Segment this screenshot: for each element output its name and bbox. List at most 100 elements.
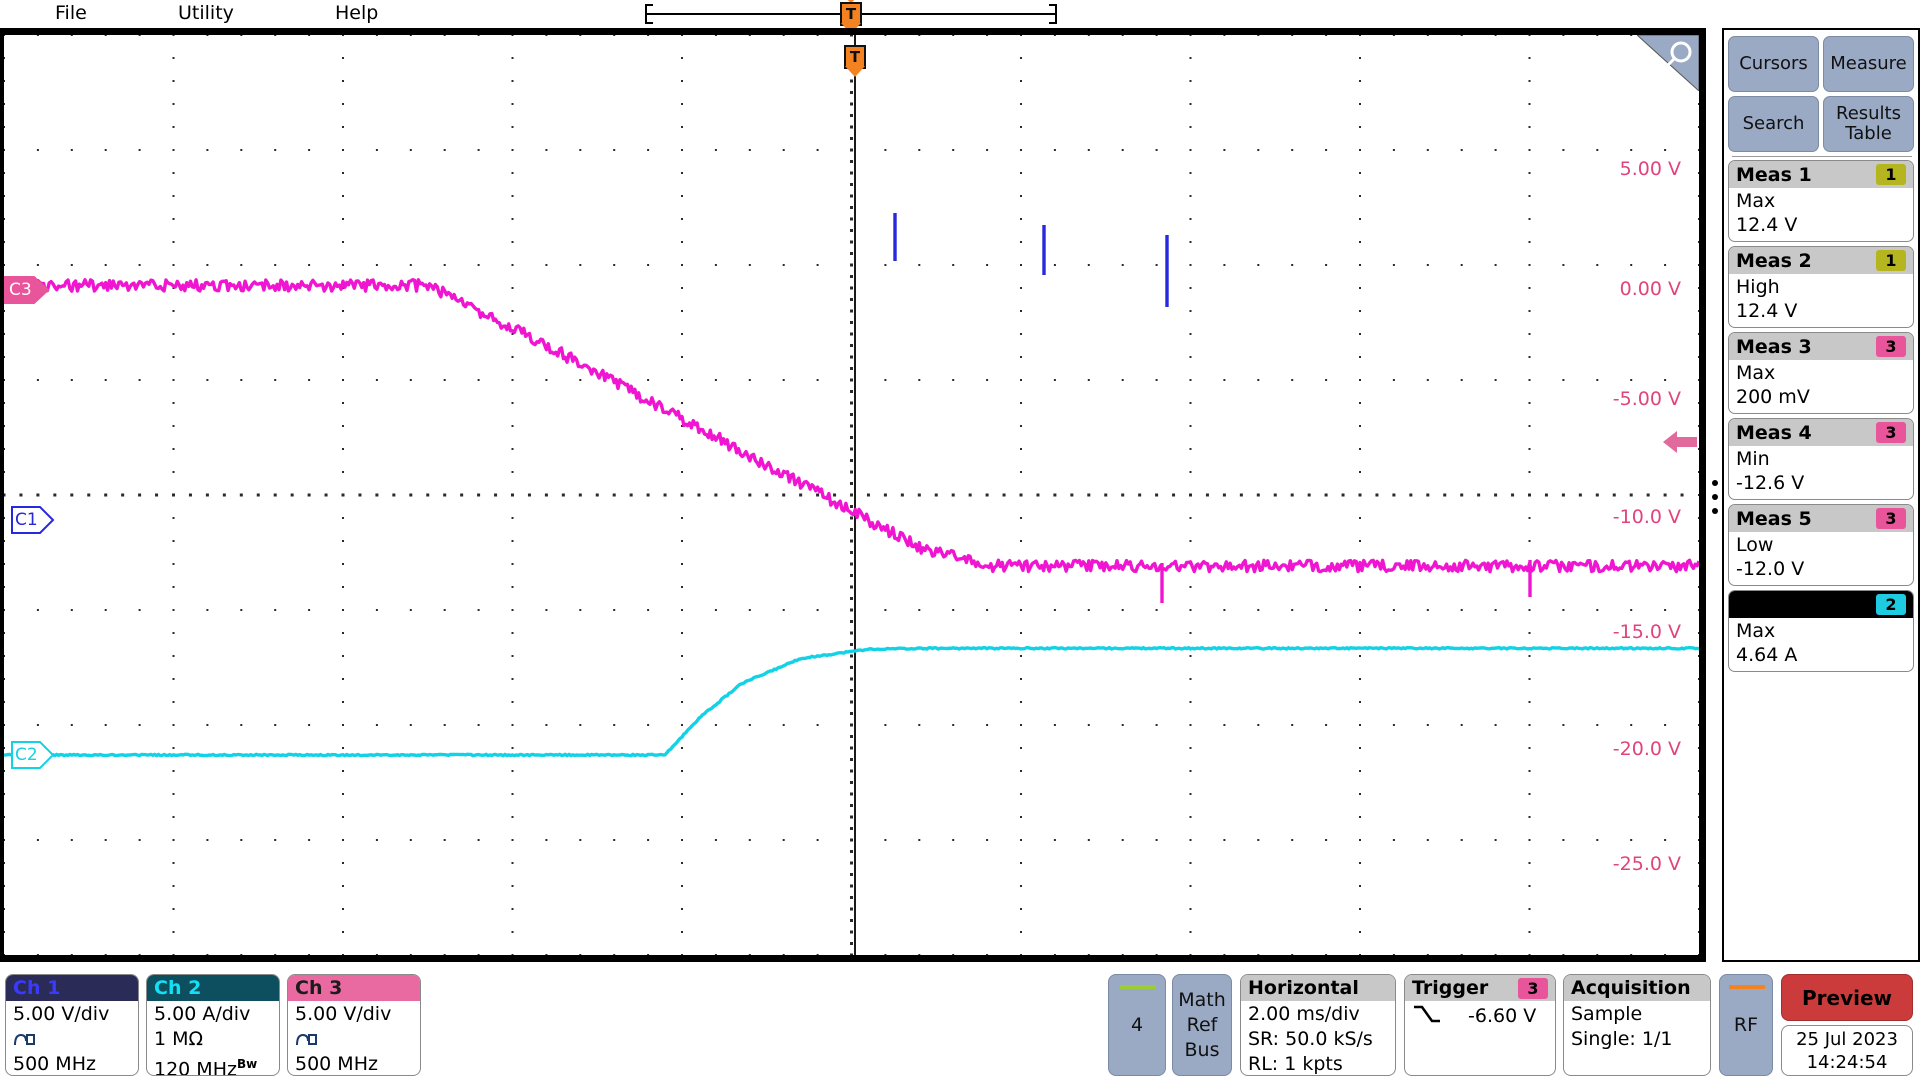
channel-1-header: Ch 1 xyxy=(6,975,138,1001)
measurement-body: Max 4.64 A xyxy=(1729,618,1913,671)
channel-marker-c3[interactable]: C3 xyxy=(4,275,50,305)
measurement-type: Max xyxy=(1736,362,1776,384)
acquisition-panel[interactable]: Acquisition Sample Single: 1/1 xyxy=(1563,974,1711,1076)
measurement-body: High 12.4 V xyxy=(1729,274,1913,327)
results-table-button[interactable]: Results Table xyxy=(1823,96,1914,152)
acquisition-header: Acquisition xyxy=(1564,975,1710,1001)
voltage-label-3: -10.0 V xyxy=(1612,506,1681,528)
measurement-value: 12.4 V xyxy=(1736,214,1798,236)
side-panel-buttons: Cursors Measure Search Results Table xyxy=(1728,36,1916,152)
voltage-label-5: -20.0 V xyxy=(1612,738,1681,760)
channel-marker-c3-label: C3 xyxy=(9,280,32,300)
measurement-body: Max 200 mV xyxy=(1729,360,1913,413)
channel-4-color-bar xyxy=(1120,985,1156,989)
menu-bar: File Utility Help T xyxy=(0,0,1920,28)
trigger-title: Trigger xyxy=(1412,977,1489,999)
measurement-source-badge: 1 xyxy=(1876,250,1906,271)
navigation-overview-bar[interactable]: T xyxy=(0,0,1715,28)
voltage-label-4: -15.0 V xyxy=(1612,621,1681,643)
measurement-body: Low -12.0 V xyxy=(1729,532,1913,585)
waveform-display[interactable]: T C3 C1 C2 5.00 V 0.00 V -5.00 V -10.0 V… xyxy=(0,28,1706,962)
math-label: Math xyxy=(1178,988,1226,1011)
measurement-source-badge: 3 xyxy=(1876,422,1906,443)
measurement-value: -12.0 V xyxy=(1736,558,1805,580)
trigger-panel[interactable]: Trigger 3 -6.60 V xyxy=(1404,974,1556,1076)
falling-edge-icon xyxy=(1412,1003,1442,1029)
waveform-traces xyxy=(4,213,1699,758)
channel-marker-c1[interactable]: C1 xyxy=(10,505,56,535)
channel-3-header: Ch 3 xyxy=(288,975,420,1001)
measurement-card-header: Meas 1 1 xyxy=(1729,161,1913,188)
measurement-value: 12.4 V xyxy=(1736,300,1798,322)
right-side-panel: Cursors Measure Search Results Table Mea… xyxy=(1722,28,1920,962)
measurement-body: Max 12.4 V xyxy=(1729,188,1913,241)
measure-button[interactable]: Measure xyxy=(1823,36,1914,92)
nav-trigger-marker[interactable]: T xyxy=(840,2,862,26)
math-ref-bus-button[interactable]: Math Ref Bus xyxy=(1172,974,1232,1076)
measurement-card-2[interactable]: Meas 2 1 High 12.4 V xyxy=(1728,246,1914,328)
measurement-type: Max xyxy=(1736,190,1776,212)
channel-3-panel[interactable]: Ch 3 5.00 V/div 500 MHz xyxy=(287,974,421,1076)
probe-icon xyxy=(13,1027,138,1052)
measurement-source-badge: 3 xyxy=(1876,508,1906,529)
cursors-button[interactable]: Cursors xyxy=(1728,36,1819,92)
measurement-list: Meas 1 1 Max 12.4 V Meas 2 1 High 12.4 V Meas 33… xyxy=(1728,160,1918,676)
channel-3-scale: 5.00 V/div xyxy=(295,1003,392,1025)
measurement-type: Low xyxy=(1736,534,1774,556)
acquisition-count: Single: 1/1 xyxy=(1571,1028,1673,1050)
time-label: 14:24:54 xyxy=(1806,1051,1888,1073)
graticule[interactable]: T C3 C1 C2 5.00 V 0.00 V -5.00 V -10.0 V… xyxy=(4,35,1699,955)
channel-1-panel[interactable]: Ch 1 5.00 V/div 500 MHz xyxy=(5,974,139,1076)
voltage-label-2: -5.00 V xyxy=(1612,388,1681,410)
measurement-card-5[interactable]: Meas 5 3 Low -12.0 V xyxy=(1728,504,1914,586)
trigger-source-badge: 3 xyxy=(1518,978,1548,999)
date-time-display: 25 Jul 2023 14:24:54 xyxy=(1781,1025,1913,1076)
measurement-type: High xyxy=(1736,276,1780,298)
trigger-level-arrow-icon[interactable] xyxy=(1663,429,1697,455)
measurement-card-3[interactable]: Meas 3 3 Max 200 mV xyxy=(1728,332,1914,414)
panel-drag-handle[interactable] xyxy=(1708,28,1722,962)
zoom-icon[interactable] xyxy=(1637,35,1699,91)
preview-button[interactable]: Preview xyxy=(1781,974,1913,1021)
rf-button[interactable]: RF xyxy=(1719,974,1773,1076)
channel-2-header: Ch 2 xyxy=(147,975,279,1001)
measurement-title: Meas 4 xyxy=(1736,421,1812,444)
channel-3-bandwidth: 500 MHz xyxy=(295,1053,378,1075)
measurement-card-4[interactable]: Meas 4 3 Min -12.6 V xyxy=(1728,418,1914,500)
voltage-label-0: 5.00 V xyxy=(1619,158,1681,180)
measurement-source-badge: 2 xyxy=(1876,594,1906,615)
measurement-card-header: Meas 2 1 xyxy=(1729,247,1913,274)
channel-2-scale: 5.00 A/div xyxy=(154,1003,251,1025)
measurement-body: Min -12.6 V xyxy=(1729,446,1913,499)
measurement-card-header: Meas 5 3 xyxy=(1729,505,1913,532)
trigger-marker[interactable]: T xyxy=(844,45,866,69)
horizontal-record-length: RL: 1 kpts xyxy=(1248,1053,1343,1075)
measurement-title: Meas 5 xyxy=(1736,507,1812,530)
acquisition-mode: Sample xyxy=(1571,1003,1643,1025)
channel-2-panel[interactable]: Ch 2 5.00 A/div 1 MΩ 120 MHzBw xyxy=(146,974,280,1076)
channel-1-scale: 5.00 V/div xyxy=(13,1003,110,1025)
channel-4-button[interactable]: 4 xyxy=(1108,974,1166,1076)
date-label: 25 Jul 2023 xyxy=(1796,1028,1898,1050)
measurement-type: Min xyxy=(1736,448,1770,470)
measurement-card-1[interactable]: Meas 1 1 Max 12.4 V xyxy=(1728,160,1914,242)
ref-label: Ref xyxy=(1186,1013,1218,1036)
search-button[interactable]: Search xyxy=(1728,96,1819,152)
measurement-card-header: 2 xyxy=(1729,591,1913,618)
voltage-label-6: -25.0 V xyxy=(1612,853,1681,875)
channel-4-label: 4 xyxy=(1130,1014,1144,1036)
channel-marker-c1-label: C1 xyxy=(15,510,38,530)
measurement-title: Meas 2 xyxy=(1736,249,1812,272)
channel-marker-c2[interactable]: C2 xyxy=(10,740,56,770)
horizontal-sample-rate: SR: 50.0 kS/s xyxy=(1248,1028,1373,1050)
measurement-card-6[interactable]: 2 Max 4.64 A xyxy=(1728,590,1914,672)
bus-label: Bus xyxy=(1184,1038,1220,1061)
bottom-settings-bar: Ch 1 5.00 V/div 500 MHz Ch 2 5.00 A/div xyxy=(0,969,1920,1080)
channel-2-name: Ch 2 xyxy=(154,977,202,999)
horizontal-panel[interactable]: Horizontal 2.00 ms/div SR: 50.0 kS/s RL:… xyxy=(1240,974,1396,1076)
channel-1-bandwidth: 500 MHz xyxy=(13,1053,96,1075)
nav-bracket-right xyxy=(1049,4,1057,24)
rf-color-bar xyxy=(1729,985,1765,989)
channel-2-impedance: 1 MΩ xyxy=(154,1028,204,1050)
bandwidth-limit-icon: Bw xyxy=(236,1057,258,1071)
